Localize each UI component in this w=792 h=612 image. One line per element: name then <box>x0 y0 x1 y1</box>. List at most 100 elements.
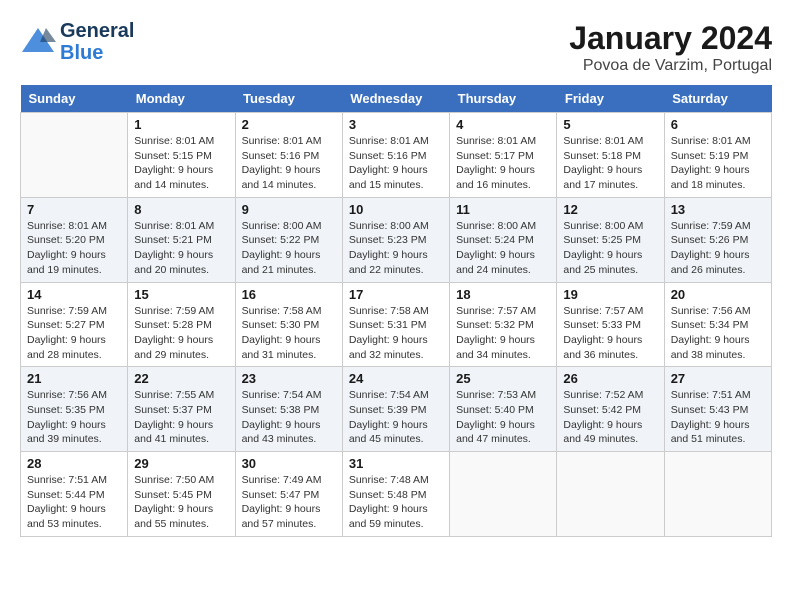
calendar-cell: 15Sunrise: 7:59 AMSunset: 5:28 PMDayligh… <box>128 282 235 367</box>
calendar-cell: 29Sunrise: 7:50 AMSunset: 5:45 PMDayligh… <box>128 452 235 537</box>
day-info: Sunrise: 8:01 AMSunset: 5:20 PMDaylight:… <box>27 219 121 278</box>
calendar-cell: 20Sunrise: 7:56 AMSunset: 5:34 PMDayligh… <box>664 282 771 367</box>
day-info: Sunrise: 7:53 AMSunset: 5:40 PMDaylight:… <box>456 388 550 447</box>
day-info: Sunrise: 7:58 AMSunset: 5:31 PMDaylight:… <box>349 304 443 363</box>
calendar-cell: 13 Sunrise: 7:59 AMSunset: 5:26 PMDayligh… <box>664 197 771 282</box>
day-number: 17 <box>349 287 443 302</box>
calendar-cell: 7 Sunrise: 8:01 AMSunset: 5:20 PMDaylight… <box>21 197 128 282</box>
calendar-cell: 5Sunrise: 8:01 AMSunset: 5:18 PMDaylight… <box>557 113 664 198</box>
page-header: General Blue January 2024 Povoa de Varzi… <box>20 20 772 75</box>
calendar-header-wednesday: Wednesday <box>342 85 449 113</box>
calendar-week-row: 28 Sunrise: 7:51 AMSunset: 5:44 PMDayligh… <box>21 452 772 537</box>
day-info: Sunrise: 7:58 AMSunset: 5:30 PMDaylight:… <box>242 304 336 363</box>
calendar-cell: 24 Sunrise: 7:54 AMSunset: 5:39 PMDayligh… <box>342 367 449 452</box>
calendar-header-thursday: Thursday <box>450 85 557 113</box>
calendar-cell: 22 Sunrise: 7:55 AMSunset: 5:37 PMDayligh… <box>128 367 235 452</box>
day-number: 21 <box>27 371 121 386</box>
calendar-week-row: 7 Sunrise: 8:01 AMSunset: 5:20 PMDaylight… <box>21 197 772 282</box>
day-info: Sunrise: 8:00 AMSunset: 5:25 PMDaylight:… <box>563 219 657 278</box>
day-number: 30 <box>242 456 336 471</box>
day-info: Sunrise: 8:01 AMSunset: 5:17 PMDaylight:… <box>456 134 550 193</box>
calendar-cell: 17 Sunrise: 7:58 AMSunset: 5:31 PMDayligh… <box>342 282 449 367</box>
day-info: Sunrise: 7:59 AMSunset: 5:26 PMDaylight:… <box>671 219 765 278</box>
day-number: 4 <box>456 117 550 132</box>
day-number: 16 <box>242 287 336 302</box>
page-subtitle: Povoa de Varzim, Portugal <box>569 57 772 75</box>
calendar-cell: 19 Sunrise: 7:57 AMSunset: 5:33 PMDayligh… <box>557 282 664 367</box>
calendar-cell <box>21 113 128 198</box>
day-info: Sunrise: 7:59 AMSunset: 5:27 PMDaylight:… <box>27 304 121 363</box>
day-info: Sunrise: 7:51 AMSunset: 5:43 PMDaylight:… <box>671 388 765 447</box>
day-number: 26 <box>563 371 657 386</box>
day-number: 1 <box>134 117 228 132</box>
calendar-header-tuesday: Tuesday <box>235 85 342 113</box>
day-number: 10 <box>349 202 443 217</box>
calendar-header-friday: Friday <box>557 85 664 113</box>
day-info: Sunrise: 7:49 AMSunset: 5:47 PMDaylight:… <box>242 473 336 532</box>
day-info: Sunrise: 7:51 AMSunset: 5:44 PMDaylight:… <box>27 473 121 532</box>
day-number: 18 <box>456 287 550 302</box>
calendar-cell: 16 Sunrise: 7:58 AMSunset: 5:30 PMDayligh… <box>235 282 342 367</box>
calendar-cell: 3Sunrise: 8:01 AMSunset: 5:16 PMDaylight… <box>342 113 449 198</box>
day-number: 27 <box>671 371 765 386</box>
day-number: 12 <box>563 202 657 217</box>
calendar-cell: 25 Sunrise: 7:53 AMSunset: 5:40 PMDayligh… <box>450 367 557 452</box>
calendar-cell: 18 Sunrise: 7:57 AMSunset: 5:32 PMDayligh… <box>450 282 557 367</box>
day-info: Sunrise: 7:57 AMSunset: 5:33 PMDaylight:… <box>563 304 657 363</box>
day-number: 20 <box>671 287 765 302</box>
calendar-cell: 30 Sunrise: 7:49 AMSunset: 5:47 PMDayligh… <box>235 452 342 537</box>
calendar-cell: 1 Sunrise: 8:01 AMSunset: 5:15 PMDaylight… <box>128 113 235 198</box>
day-info: Sunrise: 7:54 AMSunset: 5:39 PMDaylight:… <box>349 388 443 447</box>
calendar-cell: 2Sunrise: 8:01 AMSunset: 5:16 PMDaylight… <box>235 113 342 198</box>
calendar-cell: 11Sunrise: 8:00 AMSunset: 5:24 PMDayligh… <box>450 197 557 282</box>
calendar-week-row: 21 Sunrise: 7:56 AMSunset: 5:35 PMDayligh… <box>21 367 772 452</box>
calendar-cell: 27 Sunrise: 7:51 AMSunset: 5:43 PMDayligh… <box>664 367 771 452</box>
day-number: 15 <box>134 287 228 302</box>
day-number: 24 <box>349 371 443 386</box>
calendar-cell: 10 Sunrise: 8:00 AMSunset: 5:23 PMDayligh… <box>342 197 449 282</box>
day-info: Sunrise: 8:01 AMSunset: 5:18 PMDaylight:… <box>563 134 657 193</box>
day-info: Sunrise: 7:50 AMSunset: 5:45 PMDaylight:… <box>134 473 228 532</box>
day-info: Sunrise: 7:55 AMSunset: 5:37 PMDaylight:… <box>134 388 228 447</box>
day-number: 7 <box>27 202 121 217</box>
calendar-cell: 12 Sunrise: 8:00 AMSunset: 5:25 PMDayligh… <box>557 197 664 282</box>
calendar-cell: 26 Sunrise: 7:52 AMSunset: 5:42 PMDayligh… <box>557 367 664 452</box>
day-info: Sunrise: 7:57 AMSunset: 5:32 PMDaylight:… <box>456 304 550 363</box>
calendar-table: SundayMondayTuesdayWednesdayThursdayFrid… <box>20 85 772 537</box>
page-title: January 2024 <box>569 20 772 57</box>
day-info: Sunrise: 7:52 AMSunset: 5:42 PMDaylight:… <box>563 388 657 447</box>
calendar-header-saturday: Saturday <box>664 85 771 113</box>
day-number: 25 <box>456 371 550 386</box>
calendar-cell: 31Sunrise: 7:48 AMSunset: 5:48 PMDayligh… <box>342 452 449 537</box>
logo-general: General <box>60 20 134 42</box>
day-info: Sunrise: 8:01 AMSunset: 5:21 PMDaylight:… <box>134 219 228 278</box>
day-number: 13 <box>671 202 765 217</box>
day-number: 19 <box>563 287 657 302</box>
calendar-cell: 4 Sunrise: 8:01 AMSunset: 5:17 PMDaylight… <box>450 113 557 198</box>
day-info: Sunrise: 8:01 AMSunset: 5:15 PMDaylight:… <box>134 134 228 193</box>
day-number: 6 <box>671 117 765 132</box>
calendar-cell: 6 Sunrise: 8:01 AMSunset: 5:19 PMDaylight… <box>664 113 771 198</box>
day-info: Sunrise: 8:01 AMSunset: 5:19 PMDaylight:… <box>671 134 765 193</box>
calendar-cell: 9Sunrise: 8:00 AMSunset: 5:22 PMDaylight… <box>235 197 342 282</box>
calendar-cell: 21 Sunrise: 7:56 AMSunset: 5:35 PMDayligh… <box>21 367 128 452</box>
day-number: 28 <box>27 456 121 471</box>
calendar-cell: 8 Sunrise: 8:01 AMSunset: 5:21 PMDaylight… <box>128 197 235 282</box>
day-number: 22 <box>134 371 228 386</box>
calendar-week-row: 14Sunrise: 7:59 AMSunset: 5:27 PMDayligh… <box>21 282 772 367</box>
day-number: 8 <box>134 202 228 217</box>
calendar-cell: 23Sunrise: 7:54 AMSunset: 5:38 PMDayligh… <box>235 367 342 452</box>
calendar-header-row: SundayMondayTuesdayWednesdayThursdayFrid… <box>21 85 772 113</box>
calendar-week-row: 1 Sunrise: 8:01 AMSunset: 5:15 PMDaylight… <box>21 113 772 198</box>
day-number: 11 <box>456 202 550 217</box>
calendar-header-monday: Monday <box>128 85 235 113</box>
calendar-cell: 14Sunrise: 7:59 AMSunset: 5:27 PMDayligh… <box>21 282 128 367</box>
day-info: Sunrise: 7:56 AMSunset: 5:35 PMDaylight:… <box>27 388 121 447</box>
logo: General Blue <box>20 20 134 64</box>
logo-blue: Blue <box>60 42 134 64</box>
calendar-cell <box>664 452 771 537</box>
day-number: 31 <box>349 456 443 471</box>
day-info: Sunrise: 8:00 AMSunset: 5:23 PMDaylight:… <box>349 219 443 278</box>
day-info: Sunrise: 7:54 AMSunset: 5:38 PMDaylight:… <box>242 388 336 447</box>
day-info: Sunrise: 8:01 AMSunset: 5:16 PMDaylight:… <box>349 134 443 193</box>
